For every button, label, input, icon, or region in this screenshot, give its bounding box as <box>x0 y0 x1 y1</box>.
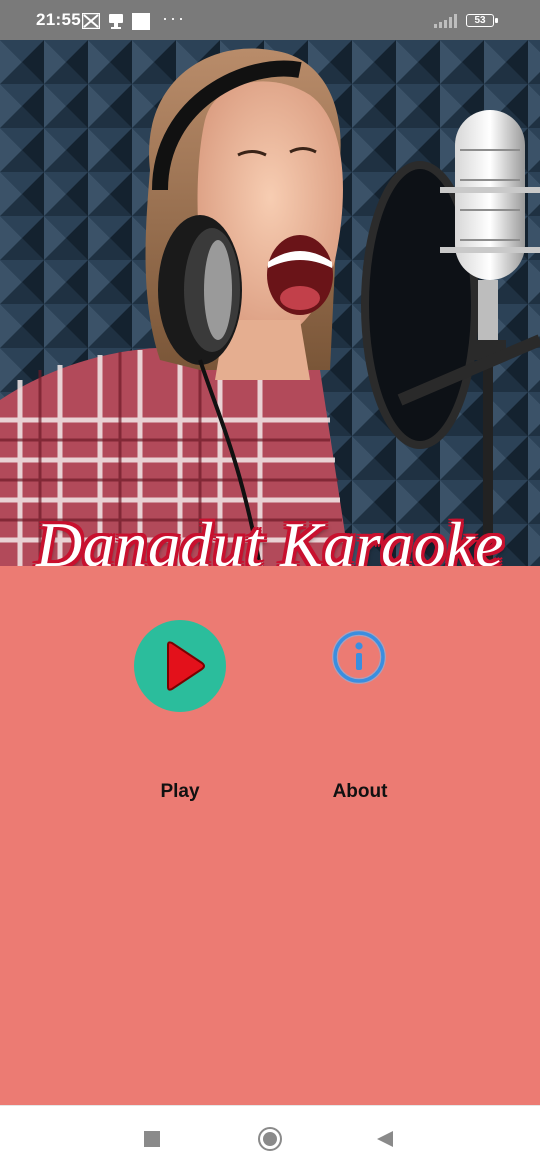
home-circle-inner <box>263 1132 277 1146</box>
play-button[interactable] <box>134 620 226 712</box>
singer-photo <box>0 40 540 566</box>
banner-image: Dangdut Karaoke <box>0 40 540 566</box>
status-time: 21:55 <box>36 10 81 29</box>
back-triangle-icon[interactable] <box>376 1130 394 1148</box>
play-label[interactable]: Play <box>120 781 240 803</box>
more-notifications-icon: ··· <box>162 8 186 28</box>
main-menu: Play About <box>0 566 540 1105</box>
banner-title: Dangdut Karaoke <box>36 509 504 566</box>
usb-icon <box>108 13 124 35</box>
grid-app-icon <box>81 12 101 34</box>
battery-tip <box>495 18 498 23</box>
about-label[interactable]: About <box>300 781 420 803</box>
about-button[interactable] <box>330 628 388 686</box>
battery-level: 53 <box>474 15 486 26</box>
status-bar: 21:55 ··· 53 <box>0 0 540 40</box>
play-icon <box>167 641 205 691</box>
info-icon <box>332 630 386 684</box>
system-nav-bar <box>0 1105 540 1171</box>
signal-icon <box>434 14 460 33</box>
recents-square-icon[interactable] <box>144 1131 160 1147</box>
square-notification-icon <box>132 13 150 35</box>
